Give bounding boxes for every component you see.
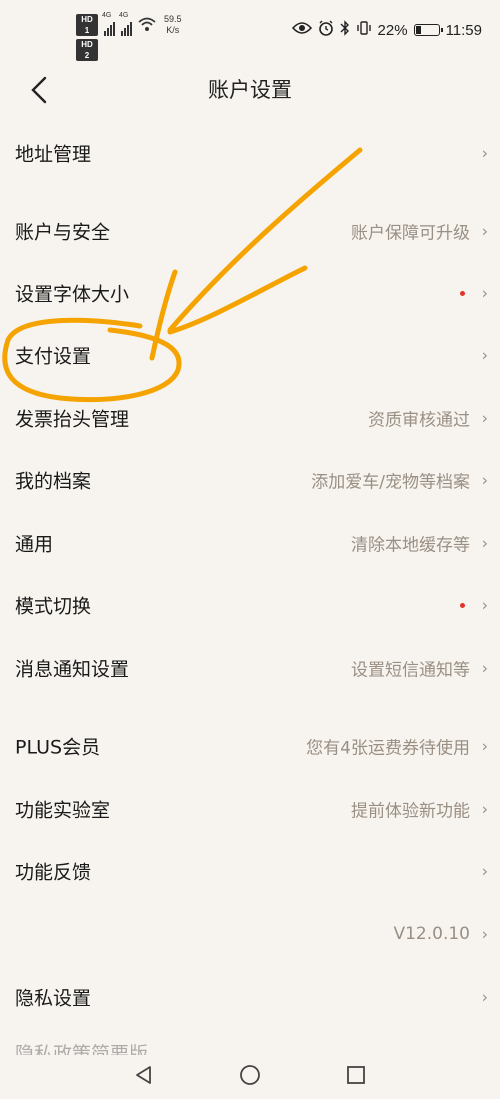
row-label: 隐私设置 [15, 987, 92, 1010]
network-type-1: 4G [102, 12, 112, 19]
row-label: PLUS会员 [15, 736, 101, 759]
row-label: 地址管理 [15, 143, 92, 166]
vibrate-icon [356, 20, 372, 40]
red-dot-badge [460, 603, 465, 608]
chevron-right-icon: › [481, 861, 488, 881]
settings-row-address[interactable]: 地址管理 › [0, 124, 500, 182]
row-label: 我的档案 [15, 470, 92, 493]
settings-row-general[interactable]: 通用 清除本地缓存等 › [0, 514, 500, 572]
row-value: 添加爱车/宠物等档案 [311, 472, 470, 493]
row-label: 消息通知设置 [15, 658, 130, 681]
settings-row-plus-member[interactable]: PLUS会员 您有4张运费券待使用 › [0, 717, 500, 775]
row-label: 模式切换 [15, 595, 92, 618]
battery-percent: 22% [377, 21, 408, 39]
row-value: 资质审核通过 [368, 410, 470, 431]
wifi-icon [138, 16, 156, 36]
settings-row-version[interactable]: V12.0.10 › [0, 905, 500, 963]
chevron-right-icon: › [481, 533, 488, 553]
hd2-badge: HD 2 [76, 39, 98, 61]
row-label: 账户与安全 [15, 221, 111, 244]
red-dot-badge [460, 291, 465, 296]
settings-row-my-profile[interactable]: 我的档案 添加爱车/宠物等档案 › [0, 451, 500, 509]
clock: 11:59 [445, 21, 482, 39]
row-label: 发票抬头管理 [15, 408, 130, 431]
row-label: 支付设置 [15, 345, 92, 368]
chevron-right-icon: › [481, 221, 488, 241]
row-label: 通用 [15, 533, 54, 556]
system-navigation-bar [0, 1055, 500, 1099]
settings-row-feedback[interactable]: 功能反馈 › [0, 842, 500, 900]
chevron-right-icon: › [481, 595, 488, 615]
settings-row-account-security[interactable]: 账户与安全 账户保障可升级 › [0, 202, 500, 260]
chevron-right-icon: › [481, 799, 488, 819]
settings-row-notifications[interactable]: 消息通知设置 设置短信通知等 › [0, 639, 500, 697]
chevron-right-icon: › [481, 736, 488, 756]
back-triangle-icon[interactable] [134, 1065, 154, 1089]
row-value: 清除本地缓存等 [351, 535, 470, 556]
home-circle-icon[interactable] [239, 1064, 261, 1090]
row-label: 功能实验室 [15, 799, 111, 822]
settings-row-font-size[interactable]: 设置字体大小 › [0, 264, 500, 322]
network-speed-unit: K/s [166, 25, 180, 35]
chevron-right-icon: › [481, 283, 488, 303]
settings-row-invoice[interactable]: 发票抬头管理 资质审核通过 › [0, 389, 500, 447]
page-title: 账户设置 [208, 78, 292, 102]
status-bar: HD 1 HD 2 4G 4G 59.5 K/s 22% 11:59 [0, 0, 500, 62]
chevron-right-icon: › [481, 924, 488, 944]
bluetooth-icon [340, 20, 350, 40]
recents-square-icon[interactable] [346, 1065, 366, 1089]
header-bar: 账户设置 [0, 62, 500, 118]
chevron-right-icon: › [481, 408, 488, 428]
row-label: 功能反馈 [15, 861, 92, 884]
row-value: 您有4张运费券待使用 [306, 738, 470, 759]
network-speed-value: 59.5 [164, 14, 182, 24]
eye-icon [291, 21, 312, 39]
status-bar-right: 22% 11:59 [291, 20, 482, 40]
hd-indicators: HD 1 HD 2 [76, 14, 98, 61]
row-value: 账户保障可升级 [351, 223, 470, 244]
network-type-2: 4G [119, 12, 129, 19]
settings-row-privacy-policy[interactable]: 隐私政策简要版 [0, 1008, 500, 1058]
chevron-right-icon: › [481, 143, 488, 163]
signal-1-icon: 4G [102, 12, 115, 36]
hd1-badge: HD 1 [76, 14, 98, 36]
row-label: 设置字体大小 [15, 283, 130, 306]
settings-row-mode-switch[interactable]: 模式切换 › [0, 576, 500, 634]
network-speed: 59.5 K/s [164, 14, 182, 36]
row-value: 设置短信通知等 [351, 660, 470, 681]
chevron-right-icon: › [481, 658, 488, 678]
settings-row-payment[interactable]: 支付设置 › [0, 326, 500, 384]
battery-icon [413, 24, 443, 36]
app-version: V12.0.10 [393, 924, 470, 944]
alarm-icon [318, 20, 334, 40]
chevron-right-icon: › [481, 470, 488, 490]
row-value: 提前体验新功能 [351, 801, 470, 822]
chevron-right-icon: › [481, 987, 488, 1007]
signal-2-icon: 4G [119, 12, 132, 36]
settings-row-feature-lab[interactable]: 功能实验室 提前体验新功能 › [0, 780, 500, 838]
chevron-right-icon: › [481, 345, 488, 365]
status-bar-left: HD 1 HD 2 4G 4G 59.5 K/s [76, 12, 182, 61]
